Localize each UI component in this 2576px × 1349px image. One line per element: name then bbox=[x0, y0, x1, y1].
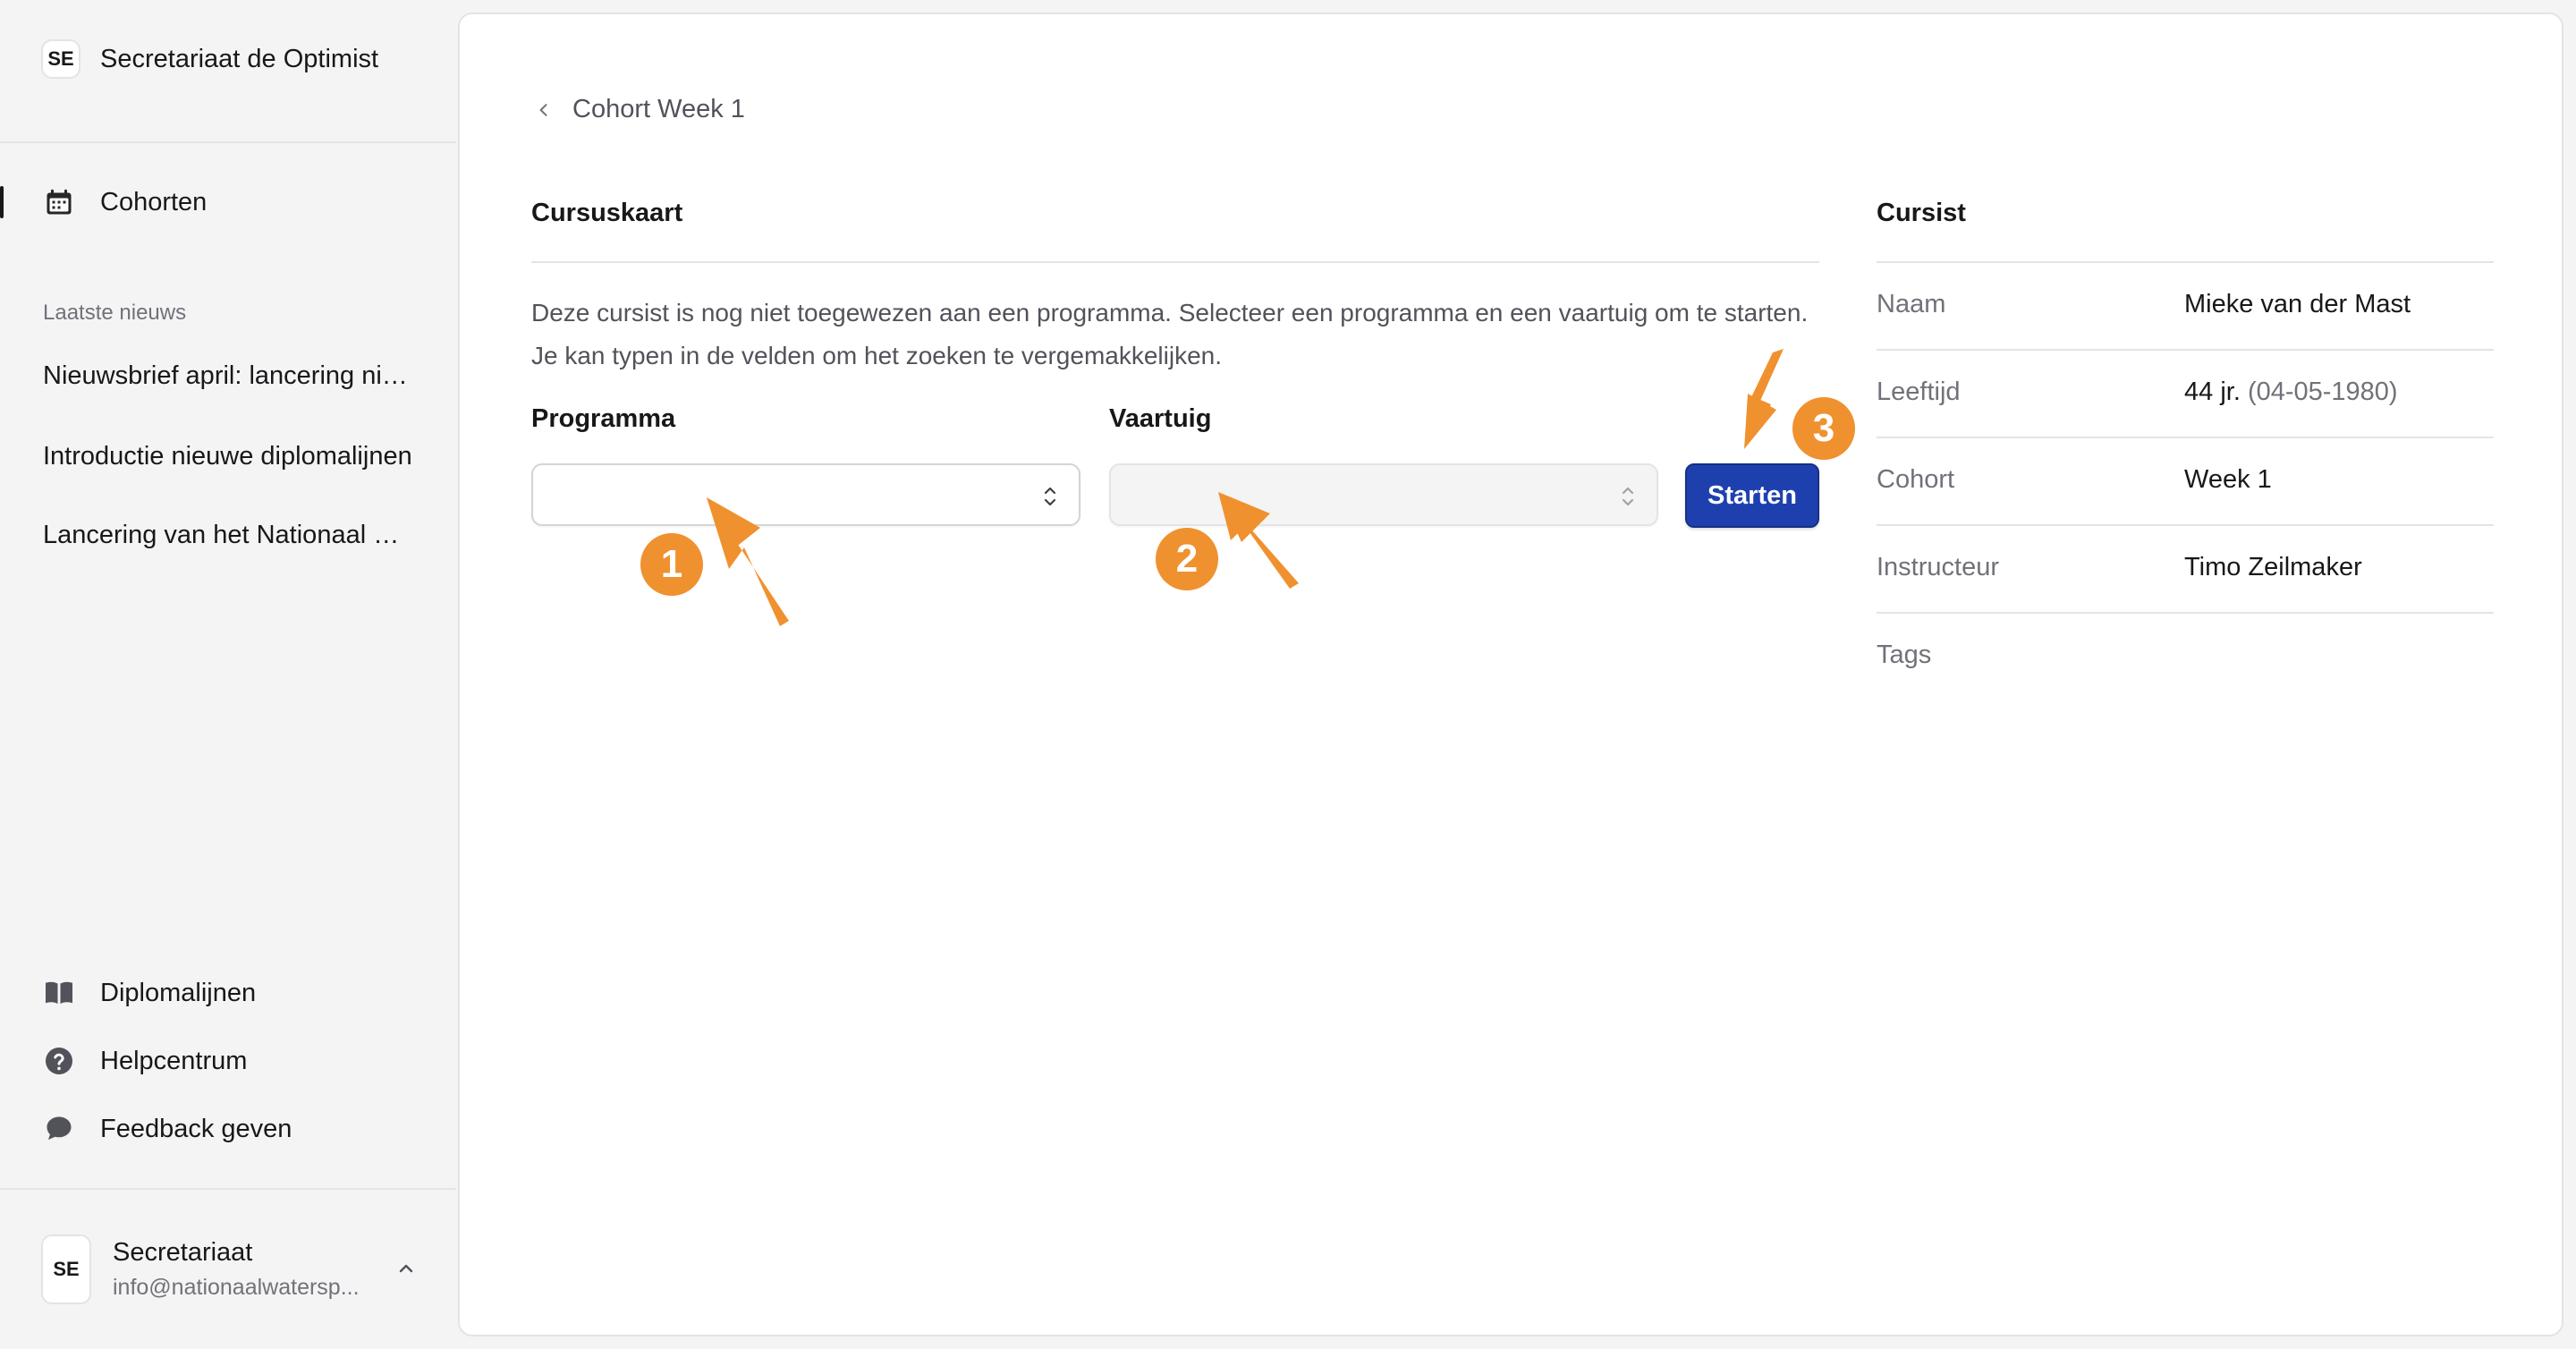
chat-bubble-icon bbox=[41, 1111, 77, 1147]
team-name: Secretariaat de Optimist bbox=[100, 44, 379, 73]
cursuskaart-description: Deze cursist is nog niet toegewezen aan … bbox=[531, 299, 1809, 369]
info-value: Mieke van der Mast bbox=[2184, 290, 2411, 318]
vaartuig-label: Vaartuig bbox=[1109, 404, 1212, 433]
info-row-naam: Naam Mieke van der Mast bbox=[1877, 263, 2494, 351]
birthdate: (04-05-1980) bbox=[2247, 378, 2398, 406]
sidebar-item-label: Diplomalijnen bbox=[100, 978, 257, 1007]
info-row-cohort: Cohort Week 1 bbox=[1877, 438, 2494, 526]
sidebar-item-label: Helpcentrum bbox=[100, 1046, 248, 1075]
user-name: Secretariaat bbox=[113, 1238, 253, 1267]
info-key: Leeftijd bbox=[1877, 378, 1961, 406]
help-circle-icon bbox=[41, 1043, 77, 1079]
chevron-up-down-icon bbox=[1619, 483, 1637, 514]
active-indicator bbox=[0, 186, 4, 218]
sidebar-divider bbox=[0, 1188, 456, 1190]
info-value: Week 1 bbox=[2184, 465, 2272, 494]
main-panel: Cohort Week 1 Cursuskaart Deze cursist i… bbox=[458, 13, 2563, 1336]
info-key: Tags bbox=[1877, 641, 1932, 669]
info-key: Instructeur bbox=[1877, 553, 1999, 581]
calendar-icon bbox=[41, 184, 77, 220]
sidebar-item-cohorten[interactable]: Cohorten bbox=[41, 184, 207, 220]
programma-select[interactable] bbox=[531, 463, 1080, 526]
sidebar-item-diplomalijnen[interactable]: Diplomalijnen bbox=[41, 975, 256, 1011]
sidebar-item-helpcentrum[interactable]: Helpcentrum bbox=[41, 1043, 247, 1079]
info-row-leeftijd: Leeftijd 44 jr. (04-05-1980) bbox=[1877, 351, 2494, 438]
info-row-tags: Tags bbox=[1877, 614, 2494, 701]
book-icon bbox=[41, 975, 77, 1011]
cursuskaart-heading: Cursuskaart bbox=[531, 199, 683, 227]
annotation-badge-2: 2 bbox=[1156, 528, 1218, 590]
programma-label: Programma bbox=[531, 404, 676, 433]
sidebar: SE Secretariaat de Optimist Cohorten Laa… bbox=[0, 0, 456, 1349]
breadcrumb[interactable]: Cohort Week 1 bbox=[535, 95, 745, 124]
sidebar-divider bbox=[0, 141, 456, 143]
annotation-badge-3: 3 bbox=[1792, 397, 1855, 460]
sidebar-item-label: Cohorten bbox=[100, 187, 208, 216]
user-email: info@nationaalwatersp... bbox=[113, 1275, 360, 1300]
team-switcher[interactable]: SE Secretariaat de Optimist bbox=[41, 39, 378, 79]
news-heading: Laatste nieuws bbox=[43, 301, 187, 325]
news-item[interactable]: Nieuwsbrief april: lancering nieuwe dipl… bbox=[43, 361, 419, 391]
sidebar-item-label: Feedback geven bbox=[100, 1114, 292, 1143]
info-value: 44 jr. (04-05-1980) bbox=[2184, 378, 2398, 406]
info-key: Cohort bbox=[1877, 465, 1955, 494]
start-button[interactable]: Starten bbox=[1685, 463, 1819, 528]
user-menu[interactable]: SE Secretariaat info@nationaalwatersp... bbox=[41, 1234, 417, 1304]
chevron-up-down-icon bbox=[1041, 483, 1059, 514]
chevron-left-icon bbox=[535, 101, 553, 119]
section-divider bbox=[531, 261, 1819, 263]
vaartuig-select[interactable] bbox=[1109, 463, 1658, 526]
breadcrumb-label: Cohort Week 1 bbox=[572, 95, 745, 123]
avatar: SE bbox=[41, 1234, 91, 1304]
chevron-up-icon bbox=[395, 1258, 417, 1284]
cursist-heading: Cursist bbox=[1877, 199, 1966, 227]
annotation-badge-1: 1 bbox=[640, 533, 703, 596]
team-avatar: SE bbox=[41, 39, 80, 79]
info-row-instructeur: Instructeur Timo Zeilmaker bbox=[1877, 526, 2494, 614]
news-item[interactable]: Lancering van het Nationaal Watersport D… bbox=[43, 521, 419, 550]
info-value: Timo Zeilmaker bbox=[2184, 553, 2362, 581]
sidebar-item-feedback[interactable]: Feedback geven bbox=[41, 1111, 292, 1147]
info-key: Naam bbox=[1877, 290, 1946, 318]
news-item[interactable]: Introductie nieuwe diplomalijnen bbox=[43, 442, 419, 471]
